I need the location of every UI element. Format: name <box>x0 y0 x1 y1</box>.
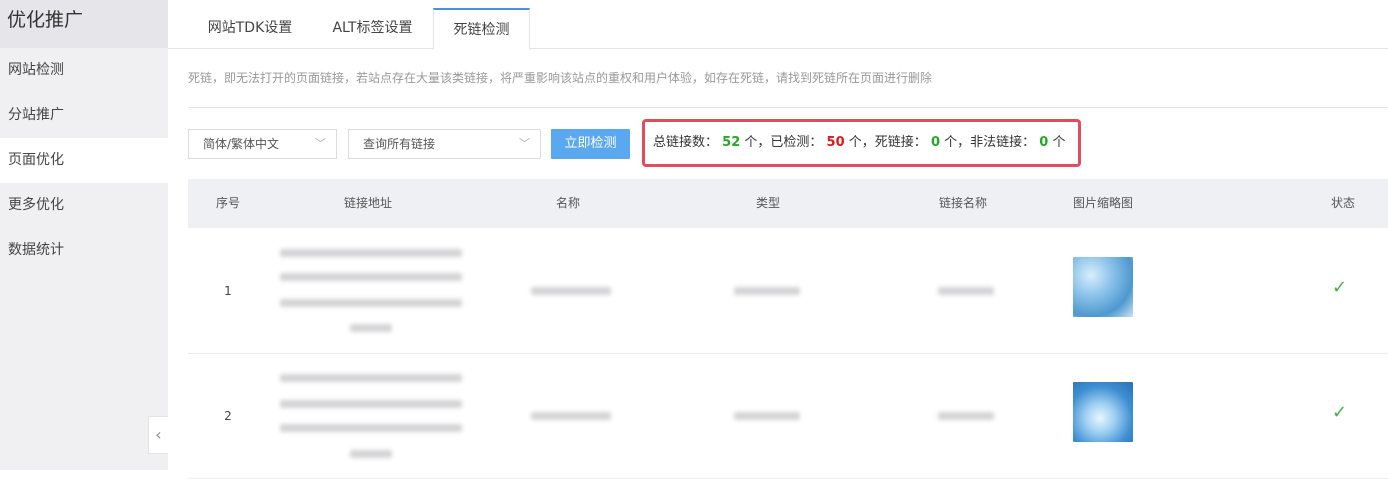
illegal-unit: 个 <box>1052 135 1066 150</box>
dead-label: 个，死链接： <box>848 135 927 150</box>
type-redacted <box>734 287 800 295</box>
language-select[interactable]: 简体/繁体中文 ﹀ <box>188 129 337 159</box>
illegal-label: 个，非法链接： <box>944 135 1036 150</box>
sidebar: 优化推广 网站检测 分站推广 页面优化 更多优化 数据统计 ‹ <box>0 0 168 470</box>
checked-label: 个，已检测： <box>744 135 823 150</box>
check-icon: ✓ <box>1332 277 1348 298</box>
chevron-left-icon: ‹ <box>155 425 162 444</box>
row-index: 1 <box>224 284 232 298</box>
illegal-links-count: 0 <box>1039 135 1049 150</box>
sidebar-title: 优化推广 <box>0 0 168 48</box>
total-links-count: 52 <box>722 135 741 150</box>
table-row: 1 ✓ <box>188 229 1388 354</box>
header-status: 状态 <box>1330 196 1355 210</box>
link-filter-select[interactable]: 查询所有链接 ﹀ <box>348 129 541 159</box>
link-name-redacted <box>938 412 994 420</box>
tab-bar: 网站TDK设置 ALT标签设置 死链检测 <box>168 0 1388 50</box>
sidebar-item-data-stats[interactable]: 数据统计 <box>0 228 168 273</box>
header-thumbnail: 图片缩略图 <box>1072 196 1133 210</box>
sidebar-item-more-optimization[interactable]: 更多优化 <box>0 183 168 228</box>
check-icon: ✓ <box>1332 402 1348 423</box>
name-redacted <box>531 287 611 295</box>
header-index: 序号 <box>215 196 240 210</box>
link-filter-select-value: 查询所有链接 <box>363 137 436 151</box>
dead-links-count: 0 <box>930 135 940 150</box>
header-name: 名称 <box>555 196 580 210</box>
chevron-down-icon: ﹀ <box>315 137 326 150</box>
sidebar-item-site-check[interactable]: 网站检测 <box>0 48 168 93</box>
thumbnail-image <box>1073 382 1133 442</box>
sidebar-collapse-button[interactable]: ‹ <box>148 416 168 454</box>
language-select-value: 简体/繁体中文 <box>203 137 280 151</box>
tab-dead-link-check[interactable]: 死链检测 <box>433 8 530 50</box>
type-redacted <box>734 412 800 420</box>
total-links-label: 总链接数： <box>653 135 719 150</box>
header-type: 类型 <box>755 196 780 210</box>
table-header: 序号 链接地址 名称 类型 链接名称 图片缩略图 状态 <box>188 179 1388 228</box>
link-name-redacted <box>938 287 994 295</box>
divider <box>188 107 1388 108</box>
checked-count: 50 <box>826 135 845 150</box>
table-row: 2 ✓ <box>188 354 1388 479</box>
dead-link-description: 死链，即无法打开的页面链接，若站点存在大量该类链接，将严重影响该站点的重权和用户… <box>188 71 933 85</box>
tab-alt-settings[interactable]: ALT标签设置 <box>312 8 433 49</box>
row-index: 2 <box>224 409 232 423</box>
chevron-down-icon: ﹀ <box>519 137 530 150</box>
thumbnail-image <box>1073 257 1133 317</box>
name-redacted <box>531 412 611 420</box>
header-link-url: 链接地址 <box>343 196 392 210</box>
check-now-button[interactable]: 立即检测 <box>551 129 630 159</box>
tab-tdk-settings[interactable]: 网站TDK设置 <box>188 8 312 49</box>
sidebar-item-page-optimization[interactable]: 页面优化 <box>0 138 168 183</box>
sidebar-item-substation-promotion[interactable]: 分站推广 <box>0 93 168 138</box>
main-content: 网站TDK设置 ALT标签设置 死链检测 死链，即无法打开的页面链接，若站点存在… <box>168 0 1388 479</box>
header-link-name: 链接名称 <box>938 196 987 210</box>
link-stats-summary: 总链接数： 52 个，已检测： 50 个，死链接： 0 个，非法链接： 0 个 <box>642 119 1081 167</box>
